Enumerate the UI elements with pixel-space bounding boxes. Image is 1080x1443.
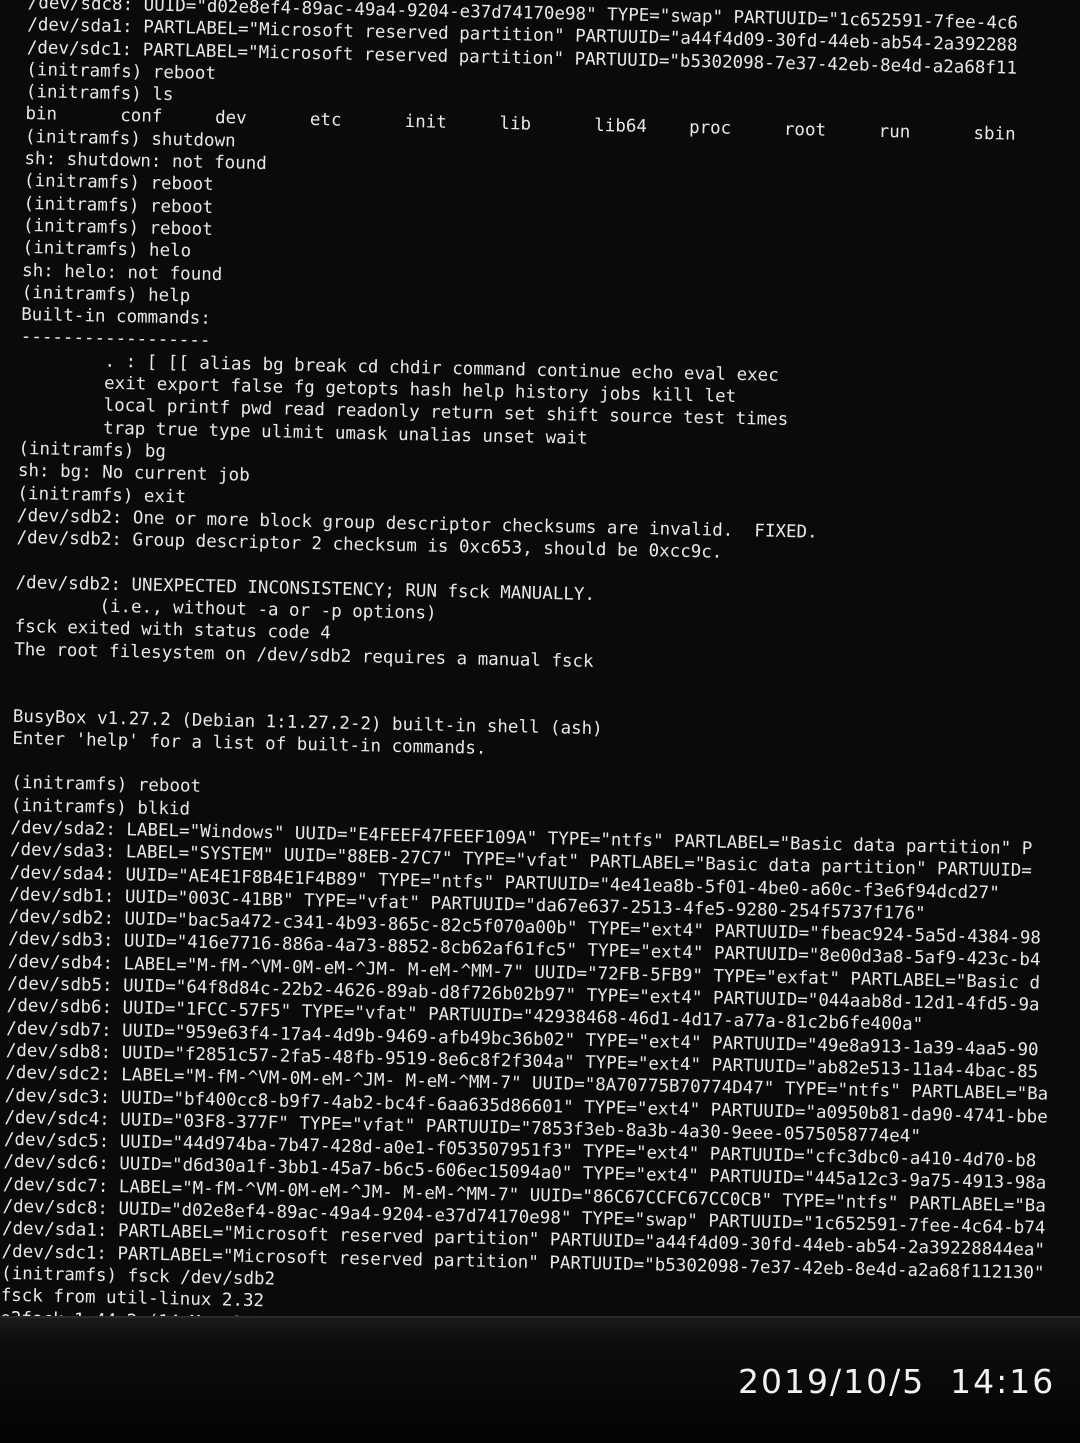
terminal-output[interactable]: /dev/sdc8: UUID="d02e8ef4-89ac-49a4-9204… bbox=[0, 0, 1080, 1320]
monitor-screen: /dev/sdc8: UUID="d02e8ef4-89ac-49a4-9204… bbox=[0, 0, 1080, 1320]
photo-timestamp: 2019/10/5 14:16 bbox=[738, 1362, 1056, 1401]
